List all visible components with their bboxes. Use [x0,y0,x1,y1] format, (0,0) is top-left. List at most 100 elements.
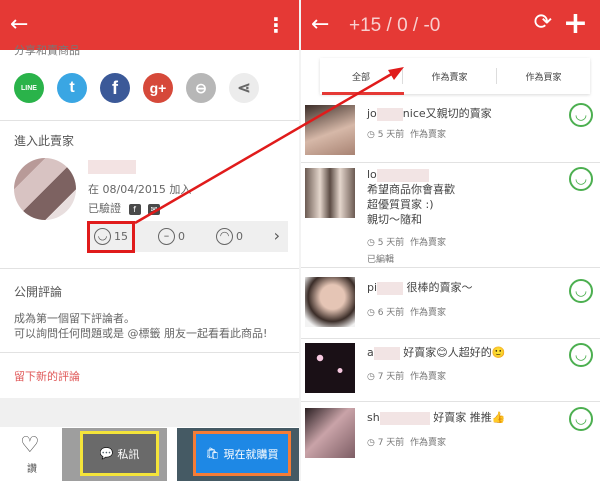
feedback-author: a 好賣家😊人超好的🙂 [367,344,505,360]
author-name: a [367,346,374,359]
feedback-author: jo nice又親切的賣家 [367,105,492,121]
leave-comment-link[interactable]: 留下新的評論 [14,368,80,384]
buy-label: 現在就購買 [223,447,279,461]
feedback-meta: ◷ 7 天前 作為賣家 [367,438,447,448]
google-plus-icon[interactable]: g+ [143,73,173,103]
email-verified-icon: ✉ [148,203,160,215]
feedback-item[interactable]: pi 很棒的賣家〜 ◷ 6 天前 作為賣家 ◡ [301,268,600,338]
feedback-role: 作為賣家 [410,238,447,248]
feedback-avatar[interactable] [305,168,355,218]
heart-icon[interactable]: ♡ [20,433,40,458]
comments-hint: 成為第一個留下評論者。 可以詢問任何問題或是 @標籤 朋友一起看看此商品! [14,311,267,341]
feedback-role: 作為賣家 [410,130,447,140]
feedback-meta: ◷ 7 天前 作為賣家 [367,372,447,382]
line-icon[interactable]: LINE [14,73,44,103]
feedback-meta: ◷ 5 天前 作為賣家 [367,130,447,140]
feedback-text: 很棒的賣家〜 [406,281,473,294]
author-name: jo [367,107,377,120]
author-name: sh [367,411,380,424]
feedback-role: 作為賣家 [410,308,447,318]
comments-hint-line-1: 成為第一個留下評論者。 [14,312,135,325]
seller-name-blurred[interactable] [88,160,136,174]
name-blur [376,107,403,121]
name-blur [373,346,400,360]
positive-feedback-icon: ◡ [569,343,593,367]
feedback-summary-title: +15 / 0 / -0 [349,15,441,36]
facebook-verified-icon: f [128,203,141,215]
feedback-time: 5 天前 [377,238,405,248]
feedback-item[interactable]: a 好賣家😊人超好的🙂 ◷ 7 天前 作為賣家 ◡ [301,339,600,401]
positive-feedback-icon: ◡ [569,279,593,303]
feedback-line: 希望商品你會喜歡 [367,183,455,196]
feedback-text: 希望商品你會喜歡 超優質買家 :) 親切〜隨和 [367,182,455,227]
name-blur [379,411,430,425]
seller-verified: 已驗證 f ✉ [88,200,160,216]
feedback-author: lo [367,168,429,182]
seller-product-panel: ← ⋮ 分享和賣商品 LINE t f g+ ⊖ ⋖ 進入此賣家 在 08/04… [0,0,300,481]
edited-label: 已編輯 [367,255,395,265]
verified-label: 已驗證 [88,202,121,215]
tab-as-seller[interactable]: 作為賣家 [403,58,496,94]
highlight-box-ratings [87,221,135,253]
tab-all[interactable]: 全部 [320,58,402,94]
add-icon[interactable]: + [563,6,588,42]
buy-now-button[interactable]: 🛍 現在就購買 [193,431,291,476]
chevron-right-icon[interactable]: › [274,226,280,245]
feedback-time: 5 天前 [377,130,405,140]
divider [0,268,300,269]
neutral-face-icon: – [158,228,175,245]
back-arrow-icon[interactable]: ← [10,12,28,38]
positive-feedback-icon: ◡ [569,103,593,127]
feedback-meta: ◷ 5 天前 作為賣家 [367,238,447,248]
feedback-time: 6 天前 [377,308,405,318]
sad-face-icon: ◠ [216,228,233,245]
tab-as-buyer[interactable]: 作為買家 [497,58,590,94]
seller-joined-date: 在 08/04/2015 加入 [88,183,192,196]
feedback-text: nice又親切的賣家 [402,107,492,120]
feedback-avatar[interactable] [305,343,355,393]
share-buttons-row: LINE t f g+ ⊖ ⋖ [14,73,259,103]
neutral-rating[interactable]: – 0 [158,228,185,245]
negative-count: 0 [236,230,243,243]
feedback-role: 作為賣家 [410,372,447,382]
seller-avatar[interactable] [14,158,76,220]
back-arrow-icon[interactable]: ← [311,12,329,38]
positive-feedback-icon: ◡ [569,167,593,191]
positive-feedback-icon: ◡ [569,407,593,431]
message-label: 私訊 [117,447,140,461]
feedback-author: sh 好賣家 推推👍 [367,409,505,425]
divider [0,352,300,353]
feedback-line: 親切〜隨和 [367,213,422,226]
negative-rating[interactable]: ◠ 0 [216,228,243,245]
divider [0,120,300,121]
twitter-icon[interactable]: t [57,73,87,103]
share-icon[interactable]: ⋖ [229,73,259,103]
feedback-time: 7 天前 [377,438,405,448]
feedback-item[interactable]: jo nice又親切的賣家 ◷ 5 天前 作為賣家 ◡ [301,95,600,162]
feedback-meta: ◷ 6 天前 作為賣家 [367,308,447,318]
comments-hint-line-2: 可以詢問任何問題或是 @標籤 朋友一起看看此商品! [14,327,268,340]
comments-section-title: 公開評論 [14,285,63,299]
feedback-text: 好賣家 推推👍 [433,411,506,424]
feedback-author: pi 很棒的賣家〜 [367,279,473,295]
more-options-icon[interactable]: ⋮ [266,12,286,38]
feedback-item[interactable]: lo 希望商品你會喜歡 超優質買家 :) 親切〜隨和 ◷ 5 天前 作為賣家 已… [301,163,600,267]
feedback-avatar[interactable] [305,277,355,327]
feedback-time: 7 天前 [377,372,405,382]
right-app-bar: ← +15 / 0 / -0 ⟳ + [301,0,600,50]
feedback-line: 超優質買家 :) [367,198,434,211]
link-icon[interactable]: ⊖ [186,73,216,103]
refresh-icon[interactable]: ⟳ [534,10,552,35]
gray-spacer [0,398,300,428]
chat-bubble-icon: 💬 [99,447,114,460]
shopping-bag-icon: 🛍 [205,447,220,460]
feedback-item[interactable]: sh 好賣家 推推👍 ◷ 7 天前 作為賣家 ◡ [301,402,600,474]
seller-section-title: 進入此賣家 [14,134,75,148]
author-name: lo [367,168,377,181]
feedback-avatar[interactable] [305,408,355,458]
message-button[interactable]: 💬 私訊 [80,431,159,476]
feedback-avatar[interactable] [305,105,355,155]
feedback-tabs: 全部 作為賣家 作為買家 [320,58,590,94]
name-blur [376,168,429,182]
facebook-icon[interactable]: f [100,73,130,103]
